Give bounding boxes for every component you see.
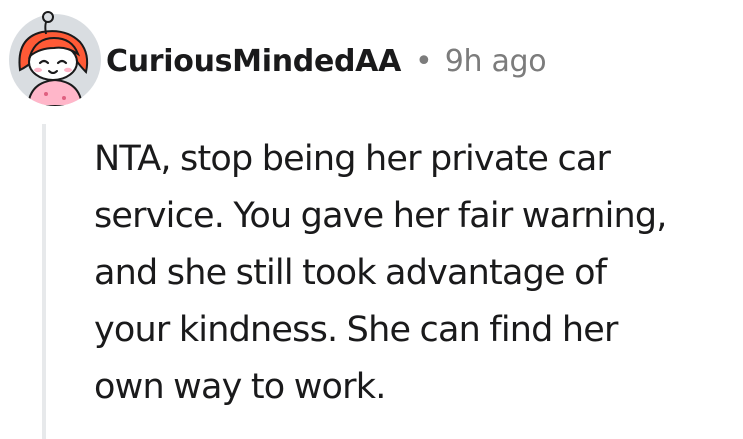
- snoo-avatar-icon: [9, 11, 101, 106]
- username-link[interactable]: CuriousMindedAA: [106, 44, 401, 79]
- thread-line[interactable]: [42, 124, 46, 439]
- comment-body-line: and she still took advantage of: [94, 253, 607, 293]
- comment-body: NTA, stop being her private car service.…: [94, 131, 734, 416]
- comment-body-line: service. You gave her fair warning,: [94, 196, 667, 236]
- avatar[interactable]: [6, 8, 104, 106]
- comment-body-line: NTA, stop being her private car: [94, 139, 611, 179]
- comment-body-line: your kindness. She can find her: [94, 310, 618, 350]
- meta-separator: •: [415, 43, 433, 79]
- comment: CuriousMindedAA • 9h ago NTA, stop being…: [0, 0, 743, 439]
- comment-body-line: own way to work.: [94, 367, 386, 407]
- timestamp[interactable]: 9h ago: [445, 44, 547, 79]
- comment-header: CuriousMindedAA • 9h ago: [106, 36, 547, 86]
